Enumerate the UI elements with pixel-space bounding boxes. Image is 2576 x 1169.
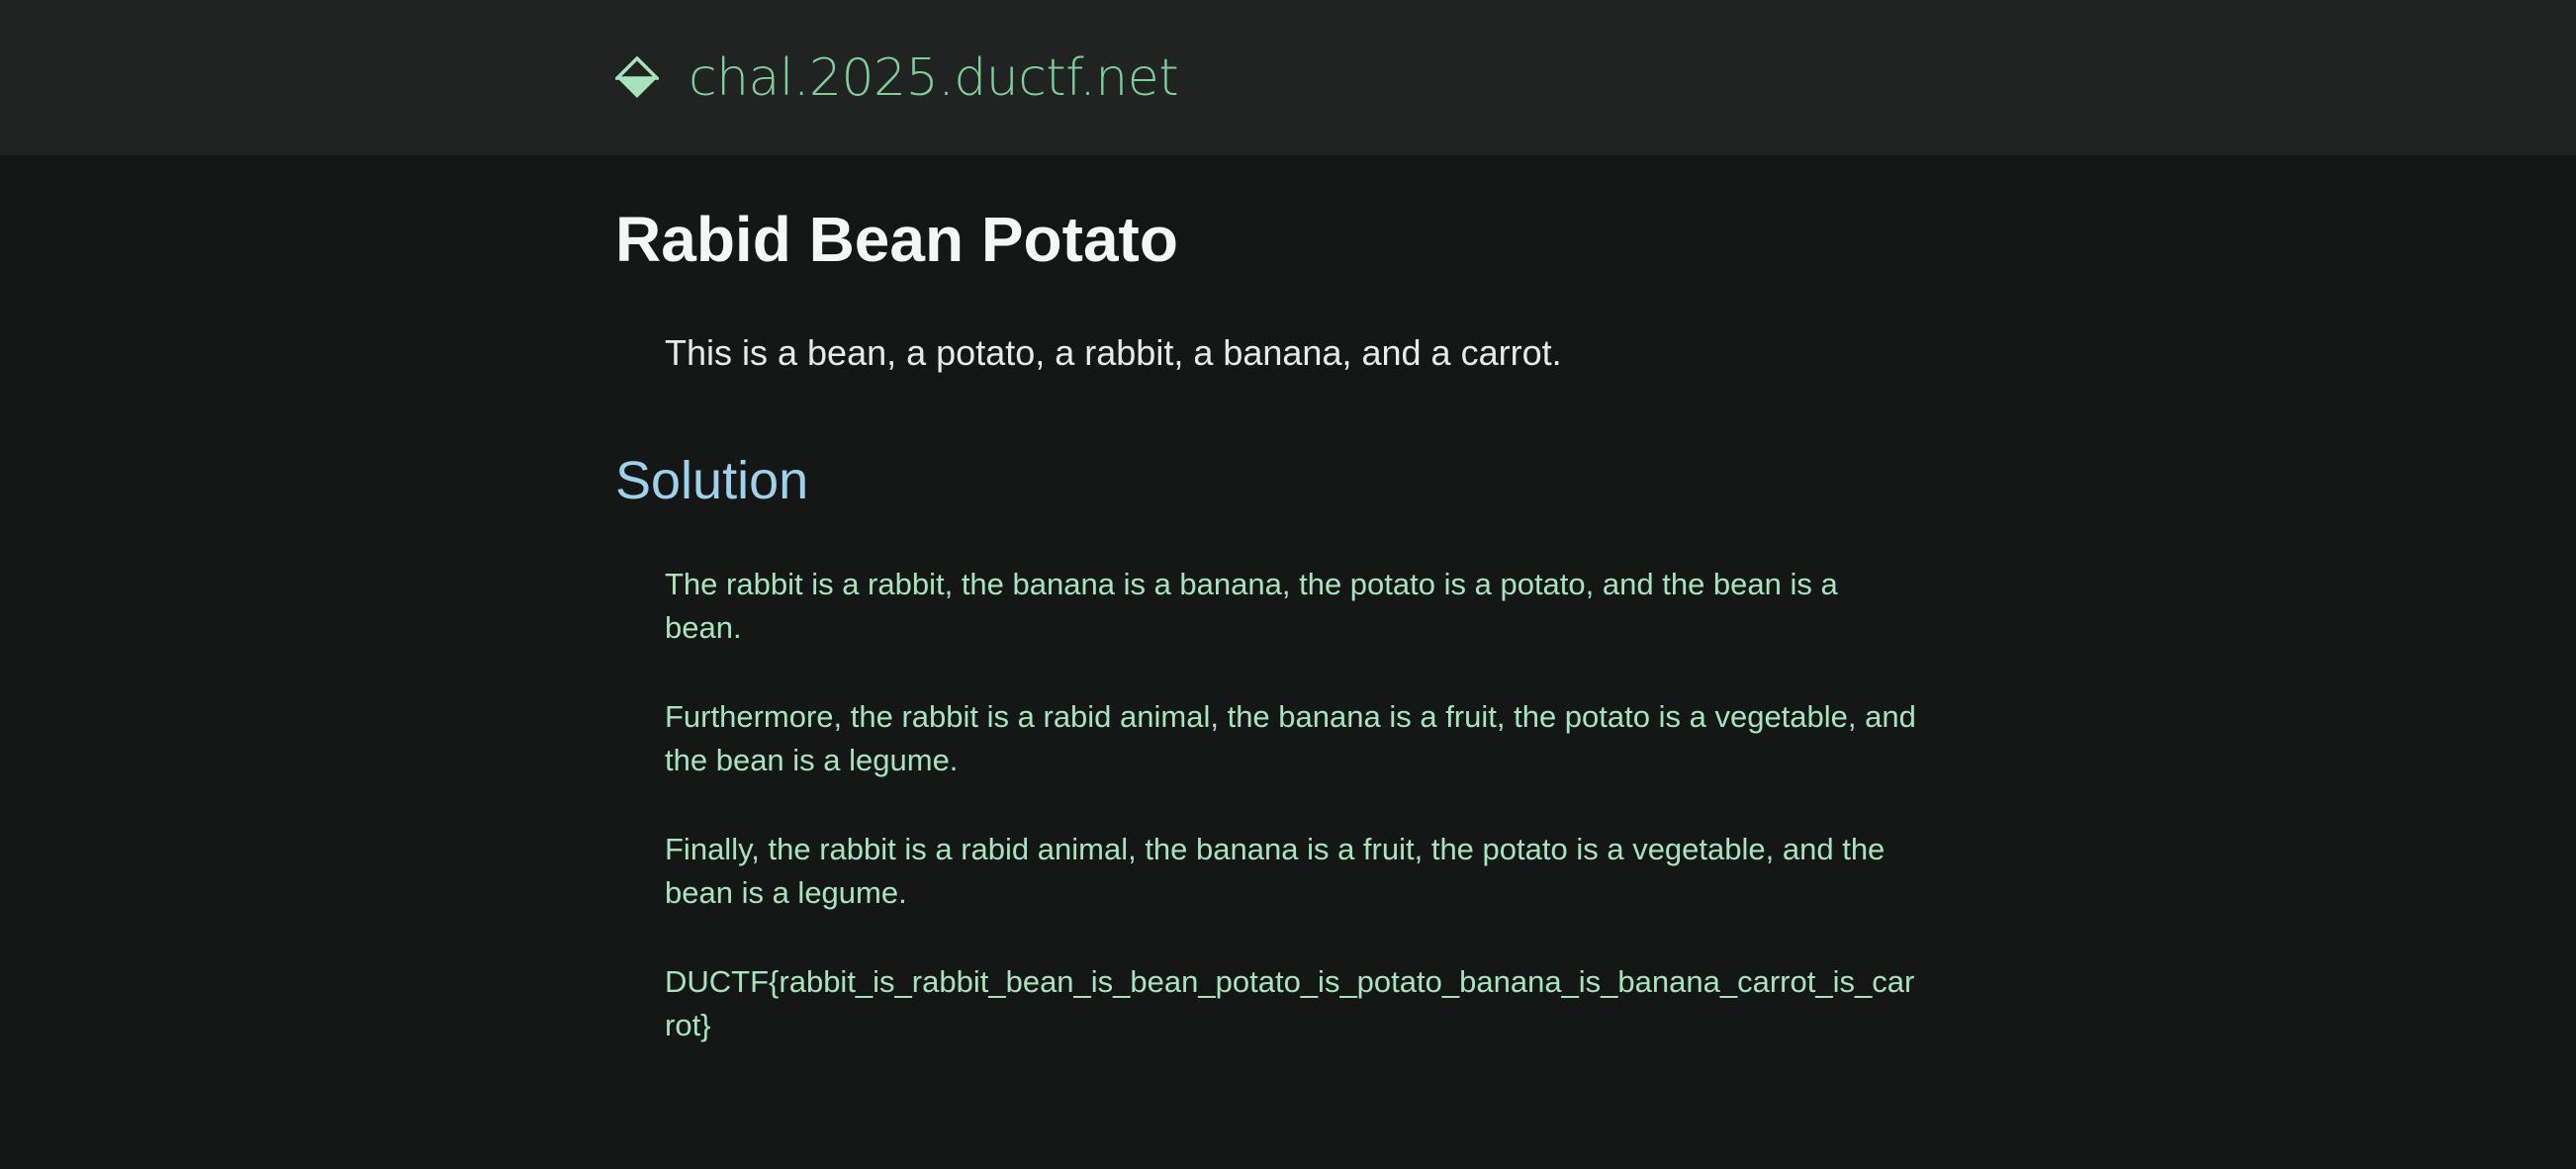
- site-header: chal.2025.ductf.net: [0, 0, 2576, 155]
- page-title: Rabid Bean Potato: [615, 204, 1178, 275]
- challenge-description: This is a bean, a potato, a rabbit, a ba…: [665, 332, 1562, 373]
- solution-heading: Solution: [615, 451, 809, 510]
- flag-text: DUCTF{rabbit_is_rabbit_bean_is_bean_pota…: [665, 964, 1915, 1042]
- solution-paragraph-2: Furthermore, the rabbit is a rabid anima…: [665, 699, 1916, 777]
- solution-paragraph-1: The rabbit is a rabbit, the banana is a …: [665, 567, 1838, 645]
- site-brand-link[interactable]: chal.2025.ductf.net: [615, 0, 1179, 155]
- solution-body: The rabbit is a rabbit, the banana is a …: [665, 563, 1921, 1093]
- site-name: chal.2025.ductf.net: [689, 47, 1179, 108]
- diamond-half-icon: [615, 55, 659, 98]
- solution-paragraph-3: Finally, the rabbit is a rabid animal, t…: [665, 832, 1886, 910]
